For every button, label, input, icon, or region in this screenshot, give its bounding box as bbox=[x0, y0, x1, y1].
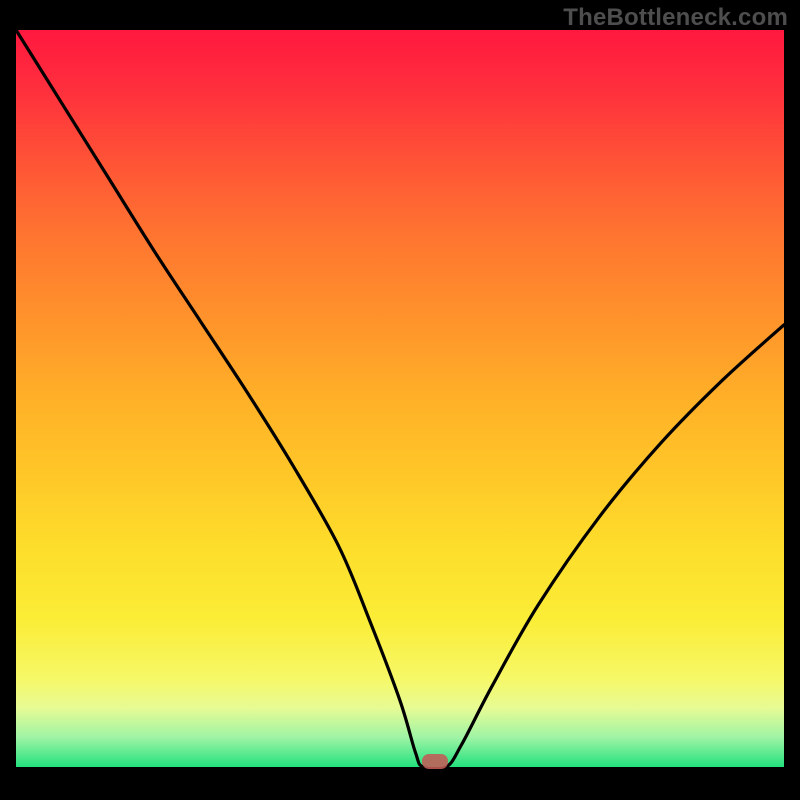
watermark-text: TheBottleneck.com bbox=[563, 4, 788, 32]
bottleneck-curve bbox=[16, 30, 784, 769]
chart-frame: TheBottleneck.com bbox=[0, 0, 800, 800]
optimum-marker bbox=[422, 754, 448, 769]
plot-area bbox=[16, 30, 784, 767]
curve-layer bbox=[16, 30, 784, 767]
